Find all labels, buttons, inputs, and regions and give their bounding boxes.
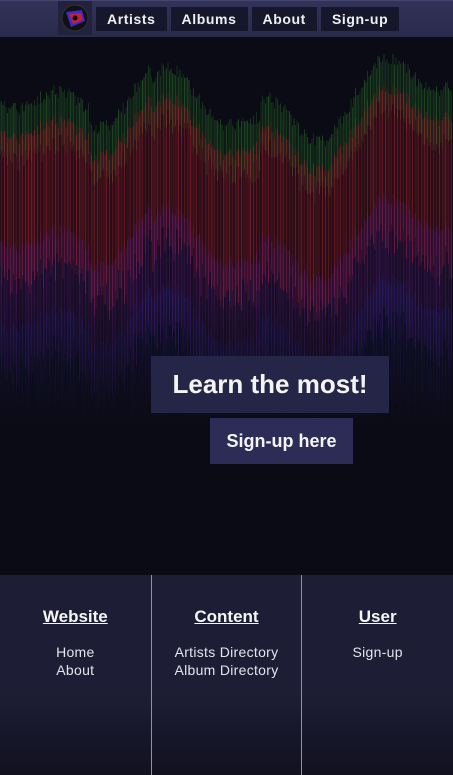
hero-section: Learn the most! Sign-up here [0,37,453,575]
signup-here-button[interactable]: Sign-up here [210,418,353,464]
vinyl-record-logo-icon[interactable] [58,1,92,35]
footer-link-artists-directory[interactable]: Artists Directory [152,643,302,661]
footer-heading-website[interactable]: Website [0,607,151,627]
footer-column-website: Website Home About [0,575,151,775]
audio-visualizer-background [0,53,453,575]
footer-heading-user[interactable]: User [302,607,453,627]
nav-about-button[interactable]: About [251,7,317,31]
nav-albums-button[interactable]: Albums [170,7,248,31]
nav-menu: Artists Albums About Sign-up [58,1,403,35]
footer-link-about[interactable]: About [0,661,151,679]
nav-signup-button[interactable]: Sign-up [320,7,400,31]
footer-column-content: Content Artists Directory Album Director… [150,575,303,775]
footer-link-home[interactable]: Home [0,643,151,661]
footer: Website Home About Content Artists Direc… [0,575,453,775]
footer-column-user: User Sign-up [302,575,453,775]
footer-link-signup[interactable]: Sign-up [302,643,453,661]
nav-artists-button[interactable]: Artists [96,7,167,31]
footer-link-album-directory[interactable]: Album Directory [152,661,302,679]
hero-title: Learn the most! [151,356,389,413]
footer-heading-content[interactable]: Content [152,607,302,627]
top-navigation-bar: Artists Albums About Sign-up [0,0,453,37]
